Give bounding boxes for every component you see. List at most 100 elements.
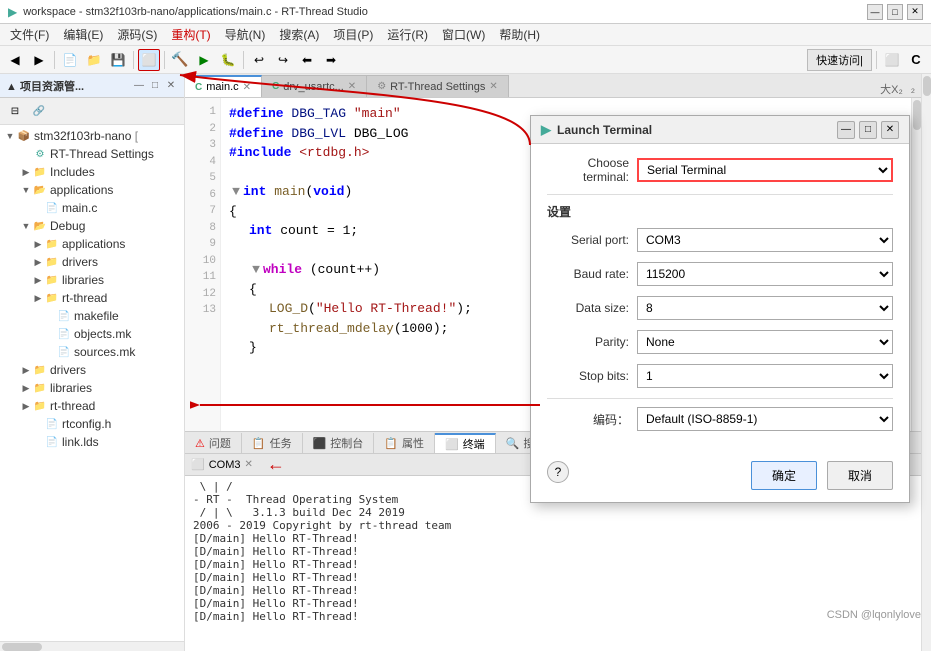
bottom-tab-terminal[interactable]: ⬜ 终端	[435, 433, 496, 453]
new-button[interactable]: 📄	[59, 49, 81, 71]
run-button[interactable]: ▶	[193, 49, 215, 71]
minimize-button[interactable]: —	[867, 4, 883, 20]
collapse-btn-while[interactable]: ▼	[249, 260, 263, 280]
bottom-tab-console[interactable]: ⬛ 控制台	[303, 433, 375, 453]
arrow-back[interactable]: ⬅	[296, 49, 318, 71]
terminal-button[interactable]: ⬜	[138, 49, 160, 71]
open-button[interactable]: 📁	[83, 49, 105, 71]
tree-item-applications[interactable]: ▼ 📂 applications	[0, 181, 184, 199]
tree-item-rtthread[interactable]: ▶ 📁 rt-thread	[0, 397, 184, 415]
tree-item-rtsettings[interactable]: ⚙ RT-Thread Settings	[0, 145, 184, 163]
tree-item-debug[interactable]: ▼ 📂 Debug	[0, 217, 184, 235]
tree-hscroll[interactable]	[0, 641, 184, 651]
tree-toggle-libraries[interactable]: ▶	[20, 382, 32, 394]
tree-toggle-rtthread[interactable]: ▶	[20, 400, 32, 412]
save-button[interactable]: 💾	[107, 49, 129, 71]
hscroll-thumb[interactable]	[2, 643, 42, 651]
main-vscroll-thumb[interactable]	[923, 76, 931, 96]
tree-toggle-applications[interactable]: ▼	[20, 184, 32, 196]
collapse-btn-main[interactable]: ▼	[229, 182, 243, 202]
maximize-button[interactable]: □	[887, 4, 903, 20]
tree-toggle-includes[interactable]: ▶	[20, 166, 32, 178]
vscroll-thumb[interactable]	[913, 100, 921, 130]
baud-rate-select[interactable]: 115200	[637, 262, 893, 286]
close-button[interactable]: ✕	[907, 4, 923, 20]
editor-tab-drv[interactable]: C drv_usartc... ✕	[262, 75, 367, 97]
editor-tab-rtsettings[interactable]: ⚙ RT-Thread Settings ✕	[367, 75, 509, 97]
arrow-fwd[interactable]: ➡	[320, 49, 342, 71]
choose-terminal-select[interactable]: Serial Terminal	[637, 158, 893, 182]
debug-libraries-icon: 📁	[44, 272, 60, 288]
tree-item-sources[interactable]: 📄 sources.mk	[0, 343, 184, 361]
tree-item-mainc[interactable]: 📄 main.c	[0, 199, 184, 217]
editor-vscroll[interactable]	[911, 98, 921, 431]
redo-button[interactable]: ↪	[272, 49, 294, 71]
tree-collapse-all[interactable]: ⊟	[4, 100, 26, 122]
tree-item-drivers[interactable]: ▶ 📁 drivers	[0, 361, 184, 379]
stop-bits-select[interactable]: 1	[637, 364, 893, 388]
tree-item-debug-applications[interactable]: ▶ 📁 applications	[0, 235, 184, 253]
main-vscroll[interactable]	[921, 74, 931, 651]
editor-tab-mainc[interactable]: C main.c ✕	[185, 75, 262, 97]
tree-toggle-drivers[interactable]: ▶	[20, 364, 32, 376]
tree-toggle-debug[interactable]: ▼	[20, 220, 32, 232]
tree-item-debug-libraries[interactable]: ▶ 📁 libraries	[0, 271, 184, 289]
dialog-help-button[interactable]: ?	[547, 461, 569, 483]
menu-run[interactable]: 运行(R)	[381, 24, 434, 45]
undo-button[interactable]: ↩	[248, 49, 270, 71]
tab-mainc-close[interactable]: ✕	[243, 82, 251, 93]
encoding-select[interactable]: Default (ISO-8859-1)	[637, 407, 893, 431]
menu-edit[interactable]: 编辑(E)	[57, 24, 109, 45]
menu-window[interactable]: 窗口(W)	[436, 24, 491, 45]
panel-close-button[interactable]: ✕	[164, 79, 178, 93]
menu-source[interactable]: 源码(S)	[111, 24, 163, 45]
dialog-ok-button[interactable]: 确定	[751, 461, 817, 490]
parity-select[interactable]: None	[637, 330, 893, 354]
menu-navigate[interactable]: 导航(N)	[219, 24, 272, 45]
terminal-com3-tab[interactable]: ⬜ COM3 ✕	[191, 458, 253, 471]
tree-item-linklds[interactable]: 📄 link.lds	[0, 433, 184, 451]
data-size-select[interactable]: 8	[637, 296, 893, 320]
menu-help[interactable]: 帮助(H)	[493, 24, 546, 45]
tab-rtsettings-close[interactable]: ✕	[489, 81, 497, 92]
tree-toggle-project[interactable]: ▼	[4, 130, 16, 142]
dialog-minimize-button[interactable]: —	[837, 121, 855, 139]
tree-item-debug-drivers[interactable]: ▶ 📁 drivers	[0, 253, 184, 271]
quick-access-button[interactable]: 快速访问|	[807, 49, 872, 71]
dialog-cancel-button[interactable]: 取消	[827, 461, 893, 490]
forward-button[interactable]: ▶	[28, 49, 50, 71]
menu-refactor[interactable]: 重构(T)	[165, 24, 216, 45]
serial-port-select[interactable]: COM3	[637, 228, 893, 252]
tree-toggle-debug-drivers[interactable]: ▶	[32, 256, 44, 268]
menu-file[interactable]: 文件(F)	[4, 24, 55, 45]
tree-toggle-debug-libraries[interactable]: ▶	[32, 274, 44, 286]
back-button[interactable]: ◀	[4, 49, 26, 71]
panel-maximize-button[interactable]: □	[148, 79, 162, 93]
dialog-close-button[interactable]: ✕	[881, 121, 899, 139]
toolbar-extra-1[interactable]: ⬜	[881, 49, 903, 71]
tree-item-project[interactable]: ▼ 📦 stm32f103rb-nano [	[0, 127, 184, 145]
tree-toggle-debug-rtthread[interactable]: ▶	[32, 292, 44, 304]
bottom-tab-problems[interactable]: ⚠ 问题	[185, 433, 242, 453]
tree-link-editor[interactable]: 🔗	[28, 100, 50, 122]
tree-item-makefile[interactable]: 📄 makefile	[0, 307, 184, 325]
debug-button[interactable]: 🐛	[217, 49, 239, 71]
tree-toggle-debug-applications[interactable]: ▶	[32, 238, 44, 250]
toolbar-extra-2[interactable]: C	[905, 49, 927, 71]
panel-minimize-button[interactable]: —	[132, 79, 146, 93]
bottom-tab-tasks[interactable]: 📋 任务	[242, 433, 303, 453]
tree-item-libraries[interactable]: ▶ 📁 libraries	[0, 379, 184, 397]
tree-item-rtconfig[interactable]: 📄 rtconfig.h	[0, 415, 184, 433]
bottom-tab-properties[interactable]: 📋 属性	[374, 433, 435, 453]
menu-search[interactable]: 搜索(A)	[273, 24, 325, 45]
com3-close[interactable]: ✕	[244, 459, 252, 470]
dialog-maximize-button[interactable]: □	[859, 121, 877, 139]
tab-minimize[interactable]: ₂	[909, 83, 917, 95]
menu-project[interactable]: 项目(P)	[327, 24, 379, 45]
tree-item-objects[interactable]: 📄 objects.mk	[0, 325, 184, 343]
build-button[interactable]: 🔨	[169, 49, 191, 71]
tab-view-menu[interactable]: 大X₂	[878, 81, 905, 97]
tree-item-debug-rtthread[interactable]: ▶ 📁 rt-thread	[0, 289, 184, 307]
tree-item-includes[interactable]: ▶ 📁 Includes	[0, 163, 184, 181]
tab-drv-close[interactable]: ✕	[348, 81, 356, 92]
